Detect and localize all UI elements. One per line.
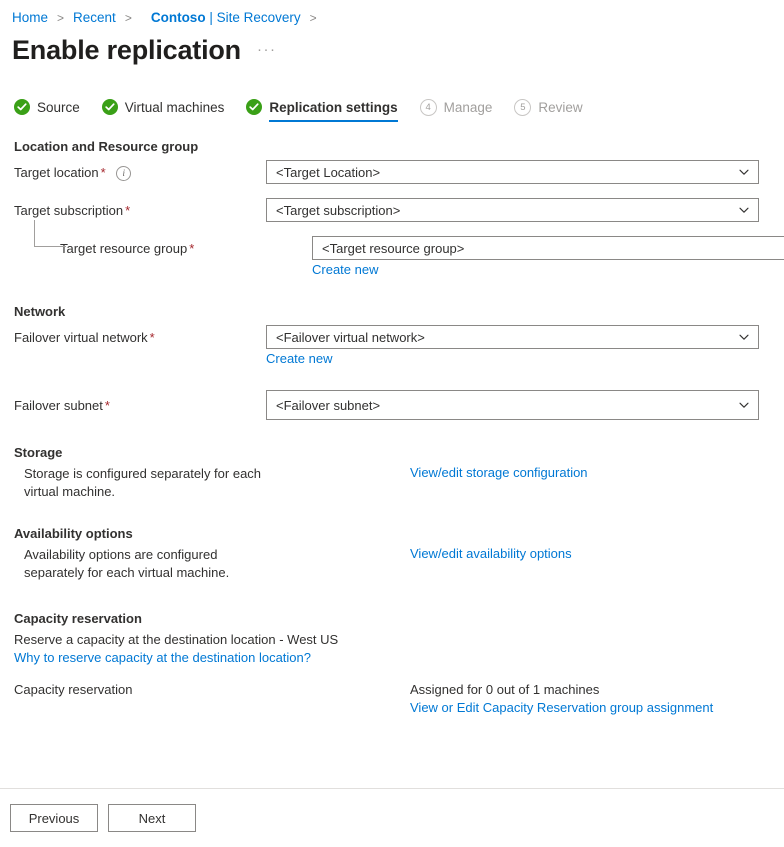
chevron-down-icon [738,204,750,216]
check-circle-icon [102,99,118,115]
storage-row: Storage is configured separately for eac… [14,465,770,501]
breadcrumb-resource-name: Contoso [151,10,206,25]
tab-replication-settings[interactable]: Replication settings [246,99,397,122]
capacity-reservation-description: Reserve a capacity at the destination lo… [14,631,770,649]
target-subscription-field: <Target subscription> [266,198,770,222]
tab-virtual-machines[interactable]: Virtual machines [102,99,225,122]
step-number-icon: 5 [514,99,531,116]
capacity-reservation-row: Capacity reservation Assigned for 0 out … [14,681,770,715]
section-heading-network: Network [14,304,770,319]
section-heading-availability: Availability options [14,526,770,541]
previous-button[interactable]: Previous [10,804,98,832]
tab-manage[interactable]: 4 Manage [420,99,493,123]
failover-subnet-dropdown[interactable]: <Failover subnet> [266,390,759,420]
failover-virtual-network-label-text: Failover virtual network [14,330,148,345]
failover-virtual-network-label: Failover virtual network* [14,325,266,346]
tab-manage-label: Manage [444,100,493,115]
capacity-reservation-row-label: Capacity reservation [14,681,266,698]
next-button[interactable]: Next [108,804,196,832]
section-heading-location: Location and Resource group [14,139,770,154]
view-edit-capacity-reservation-group-link[interactable]: View or Edit Capacity Reservation group … [410,700,713,715]
info-icon[interactable]: i [116,166,131,181]
failover-subnet-label: Failover subnet* [14,390,266,414]
required-marker: * [150,330,155,345]
more-options-icon[interactable]: ··· [257,33,277,67]
create-new-virtual-network-link[interactable]: Create new [266,351,332,366]
storage-link-wrap: View/edit storage configuration [266,465,770,480]
breadcrumb-resource[interactable]: Contoso | Site Recovery [151,9,301,27]
capacity-reservation-status: Assigned for 0 out of 1 machines View or… [266,681,770,715]
breadcrumb-resource-subtitle: | Site Recovery [209,10,300,25]
breadcrumb-separator-icon: > [310,9,317,27]
tab-source-label: Source [37,100,80,115]
target-subscription-label-text: Target subscription [14,203,123,218]
field-row-failover-virtual-network: Failover virtual network* <Failover virt… [14,325,770,366]
capacity-reservation-assigned-text: Assigned for 0 out of 1 machines [410,681,770,699]
chevron-down-icon [738,399,750,411]
required-marker: * [125,203,130,218]
target-resource-group-label-text: Target resource group [60,241,187,256]
breadcrumb: Home > Recent > Contoso | Site Recovery … [0,0,784,27]
required-marker: * [105,398,110,413]
breadcrumb-recent[interactable]: Recent [73,9,116,27]
why-reserve-capacity-link[interactable]: Why to reserve capacity at the destinati… [14,650,311,665]
field-row-target-location: Target location* i <Target Location> [14,160,770,184]
field-row-target-subscription: Target subscription* <Target subscriptio… [14,198,770,222]
required-marker: * [101,165,106,180]
form-body: Location and Resource group Target locat… [0,139,784,715]
breadcrumb-separator-icon: > [57,9,64,27]
failover-virtual-network-value: <Failover virtual network> [276,330,738,345]
availability-row: Availability options are configured sepa… [14,546,770,582]
target-location-dropdown[interactable]: <Target Location> [266,160,759,184]
section-heading-storage: Storage [14,445,770,460]
section-heading-capacity-reservation: Capacity reservation [14,611,770,626]
failover-virtual-network-field: <Failover virtual network> Create new [266,325,770,366]
tab-review[interactable]: 5 Review [514,99,582,123]
tab-virtual-machines-label: Virtual machines [125,100,225,115]
target-resource-group-value: <Target resource group> [322,241,784,256]
check-circle-icon [246,99,262,115]
required-marker: * [189,241,194,256]
target-resource-group-label: Target resource group* [14,236,312,257]
breadcrumb-separator-icon: > [125,9,132,27]
failover-virtual-network-dropdown[interactable]: <Failover virtual network> [266,325,759,349]
breadcrumb-home[interactable]: Home [12,9,48,27]
target-subscription-label: Target subscription* [14,198,266,219]
tab-source[interactable]: Source [14,99,80,122]
chevron-down-icon [738,166,750,178]
view-edit-storage-configuration-link[interactable]: View/edit storage configuration [410,465,588,480]
target-location-value: <Target Location> [276,165,738,180]
target-resource-group-dropdown[interactable]: <Target resource group> [312,236,784,260]
field-row-failover-subnet: Failover subnet* <Failover subnet> [14,390,770,420]
target-subscription-dropdown[interactable]: <Target subscription> [266,198,759,222]
step-number-icon: 4 [420,99,437,116]
field-row-target-resource-group: Target resource group* <Target resource … [14,236,770,277]
chevron-down-icon [738,331,750,343]
failover-subnet-field: <Failover subnet> [266,390,770,420]
availability-link-wrap: View/edit availability options [266,546,770,561]
failover-subnet-label-text: Failover subnet [14,398,103,413]
target-location-field: <Target Location> [266,160,770,184]
storage-note: Storage is configured separately for eac… [14,465,266,501]
target-resource-group-field: <Target resource group> Create new [312,236,770,277]
wizard-step-tabs: Source Virtual machines Replication sett… [0,99,784,123]
tab-review-label: Review [538,100,582,115]
target-subscription-value: <Target subscription> [276,203,738,218]
create-new-resource-group-link[interactable]: Create new [312,262,378,277]
page-title: Enable replication [12,33,241,67]
target-location-label-text: Target location [14,165,99,180]
availability-note: Availability options are configured sepa… [14,546,266,582]
tab-replication-settings-label: Replication settings [269,100,397,115]
target-location-label: Target location* i [14,160,266,181]
wizard-footer: Previous Next [0,788,784,847]
failover-subnet-value: <Failover subnet> [276,398,738,413]
page-title-row: Enable replication ··· [0,27,784,67]
view-edit-availability-options-link[interactable]: View/edit availability options [410,546,572,561]
check-circle-icon [14,99,30,115]
